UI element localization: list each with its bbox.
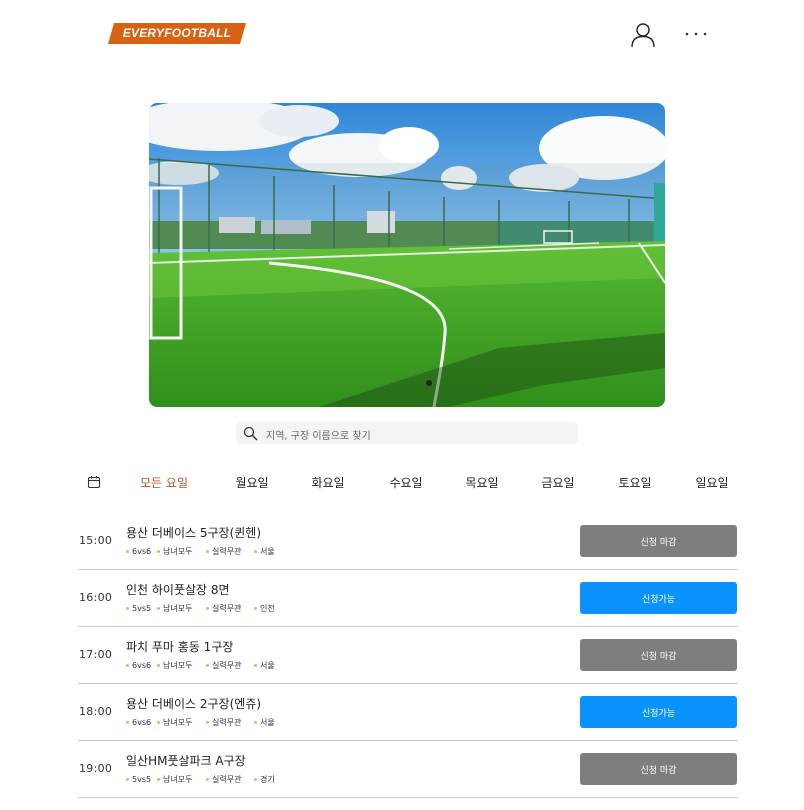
match-title[interactable]: 일산HM풋살파크 A구장: [126, 752, 246, 769]
tag-level: 실력무관: [206, 717, 254, 728]
tag-gender: 남녀모두: [157, 717, 206, 728]
tag-gender: 남녀모두: [157, 660, 206, 671]
tab-thursday[interactable]: 목요일: [465, 474, 498, 491]
tag-format: 5vs5: [126, 603, 157, 614]
match-title[interactable]: 용산 더베이스 2구장(엔쥬): [126, 695, 261, 712]
apply-closed-button[interactable]: 신청 마감: [580, 525, 737, 557]
tab-friday[interactable]: 금요일: [541, 474, 574, 491]
tab-sunday[interactable]: 일요일: [695, 474, 728, 491]
tag-format: 6vs6: [126, 660, 157, 671]
match-row: 18:00 용산 더베이스 2구장(엔쥬) 6vs6 남녀모두 실력무관 서울 …: [78, 684, 738, 741]
apply-closed-button[interactable]: 신청 마감: [580, 753, 737, 785]
logo-text: EVERYFOOTBALL: [122, 26, 232, 40]
search-input[interactable]: [266, 422, 566, 444]
tab-tuesday[interactable]: 화요일: [311, 474, 344, 491]
search-icon[interactable]: [243, 426, 258, 441]
tag-region: 서울: [254, 717, 275, 728]
tag-format: 5vs5: [126, 774, 157, 785]
day-tabs: 모든 요일 월요일 화요일 수요일 목요일 금요일 토요일 일요일: [78, 470, 738, 494]
more-dots-icon[interactable]: [684, 26, 708, 42]
tag-region: 서울: [254, 546, 275, 557]
tag-gender: 남녀모두: [157, 774, 206, 785]
tag-format: 6vs6: [126, 717, 157, 728]
match-time: 19:00: [79, 762, 113, 775]
match-time: 16:00: [79, 591, 113, 604]
tag-level: 실력무관: [206, 774, 254, 785]
match-title[interactable]: 용산 더베이스 5구장(퀸헨): [126, 524, 261, 541]
match-row: 17:00 파치 푸마 홍동 1구장 6vs6 남녀모두 실력무관 서울 신청 …: [78, 627, 738, 684]
tab-wednesday[interactable]: 수요일: [389, 474, 422, 491]
hero-image: [149, 103, 665, 407]
match-time: 18:00: [79, 705, 113, 718]
apply-closed-button[interactable]: 신청 마감: [580, 639, 737, 671]
user-icon[interactable]: [630, 22, 656, 48]
search-bar: [236, 422, 578, 444]
calendar-icon[interactable]: [87, 475, 101, 489]
match-row: 15:00 용산 더베이스 5구장(퀸헨) 6vs6 남녀모두 실력무관 서울 …: [78, 513, 738, 570]
match-row: 16:00 인천 하이풋살장 8면 5vs5 남녀모두 실력무관 인천 신청가능: [78, 570, 738, 627]
tag-region: 서울: [254, 660, 275, 671]
match-title[interactable]: 인천 하이풋살장 8면: [126, 581, 230, 598]
match-time: 15:00: [79, 534, 113, 547]
tag-gender: 남녀모두: [157, 603, 206, 614]
tag-region: 경기: [254, 774, 275, 785]
tag-gender: 남녀모두: [157, 546, 206, 557]
tab-monday[interactable]: 월요일: [235, 474, 268, 491]
tag-level: 실력무관: [206, 546, 254, 557]
match-title[interactable]: 파치 푸마 홍동 1구장: [126, 638, 233, 655]
logo[interactable]: EVERYFOOTBALL: [108, 23, 246, 44]
match-time: 17:00: [79, 648, 113, 661]
match-tags: 6vs6 남녀모두 실력무관 서울: [126, 546, 275, 557]
tag-region: 인천: [254, 603, 275, 614]
match-row: 19:00 일산HM풋살파크 A구장 5vs5 남녀모두 실력무관 경기 신청 …: [78, 741, 738, 798]
tag-level: 실력무관: [206, 660, 254, 671]
match-tags: 5vs5 남녀모두 실력무관 인천: [126, 603, 275, 614]
match-tags: 6vs6 남녀모두 실력무관 서울: [126, 660, 275, 671]
tab-saturday[interactable]: 토요일: [618, 474, 651, 491]
match-list: 15:00 용산 더베이스 5구장(퀸헨) 6vs6 남녀모두 실력무관 서울 …: [78, 513, 738, 798]
apply-open-button[interactable]: 신청가능: [580, 696, 737, 728]
tab-all-days[interactable]: 모든 요일: [140, 474, 188, 491]
match-tags: 6vs6 남녀모두 실력무관 서울: [126, 717, 275, 728]
tag-level: 실력무관: [206, 603, 254, 614]
apply-open-button[interactable]: 신청가능: [580, 582, 737, 614]
match-tags: 5vs5 남녀모두 실력무관 경기: [126, 774, 275, 785]
tag-format: 6vs6: [126, 546, 157, 557]
